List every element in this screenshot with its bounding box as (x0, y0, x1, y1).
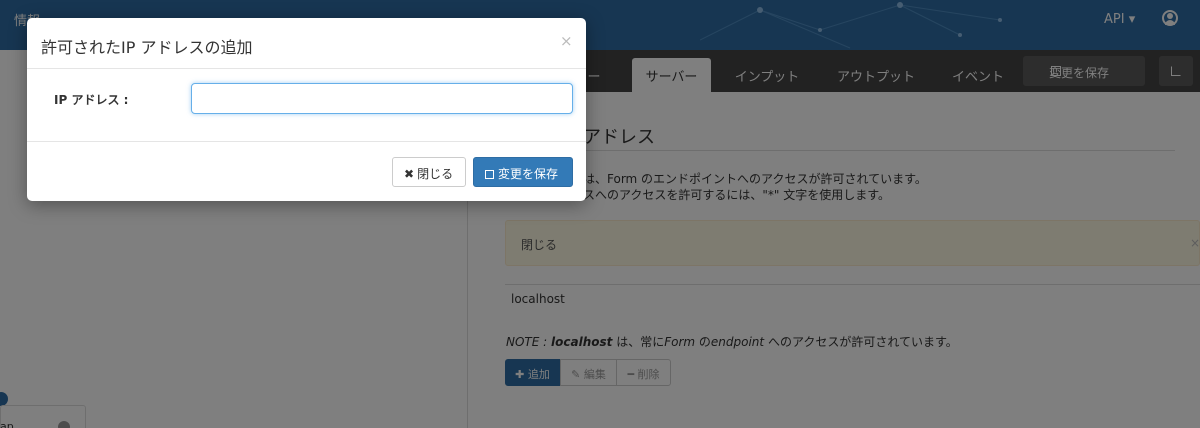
close-icon[interactable]: × (560, 32, 573, 50)
modal-header-divider (27, 68, 586, 69)
modal-title: 許可されたIP アドレスの追加 (41, 38, 253, 57)
add-ip-modal: 許可されたIP アドレスの追加 × IP アドレス : ✖ 閉じる 変更を保存 (27, 18, 586, 201)
save-button[interactable]: 変更を保存 (473, 157, 573, 187)
ip-address-input[interactable] (191, 83, 573, 114)
close-button[interactable]: ✖ 閉じる (392, 157, 466, 187)
modal-footer-divider (27, 141, 586, 142)
close-x-icon: ✖ (404, 167, 415, 181)
save-button-label: 変更を保存 (498, 167, 559, 181)
close-button-label: 閉じる (417, 167, 454, 181)
save-icon (485, 170, 494, 179)
ip-address-label: IP アドレス : (54, 93, 129, 107)
